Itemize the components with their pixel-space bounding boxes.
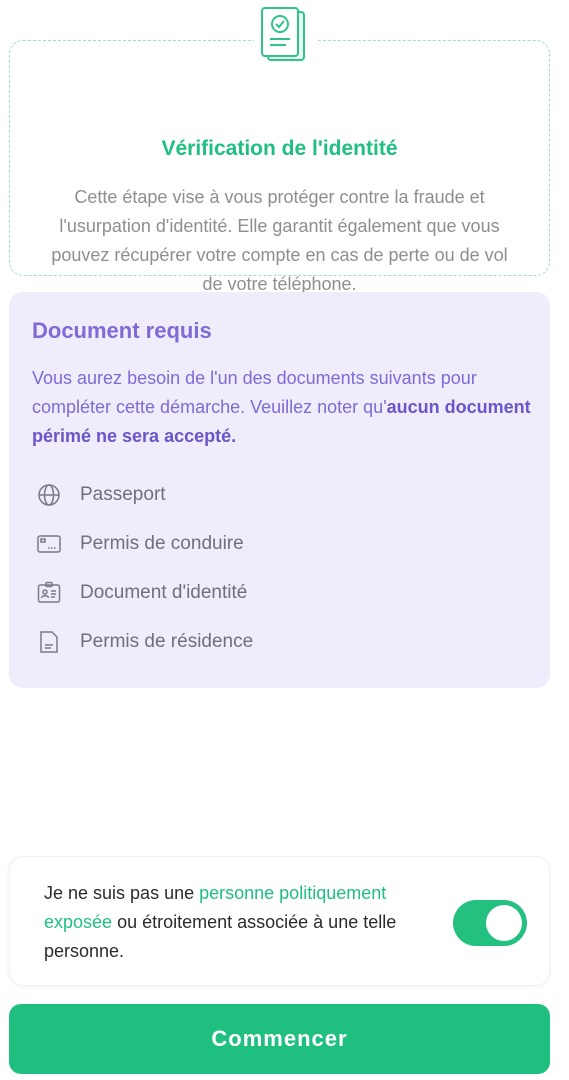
verification-description: Cette étape vise à vous protéger contre … <box>51 187 508 294</box>
list-item-passport: Passeport <box>36 470 516 519</box>
documents-description: Vous aurez besoin de l'un des documents … <box>32 364 532 451</box>
required-documents-card: Document requis Vous aurez besoin de l'u… <box>9 292 550 688</box>
list-item-residence-permit: Permis de résidence <box>36 617 516 666</box>
document-label: Permis de résidence <box>80 630 254 652</box>
document-label: Document d'identité <box>80 581 248 603</box>
pep-declaration-text: Je ne suis pas une personne politiquemen… <box>44 879 424 966</box>
verified-document-icon <box>254 5 318 69</box>
list-item-driving-license: Permis de conduire <box>36 519 516 568</box>
document-label: Permis de conduire <box>80 532 244 554</box>
documents-list: Passeport Permis de conduire Document d'… <box>36 470 516 666</box>
globe-icon <box>36 482 62 508</box>
pep-declaration-card: Je ne suis pas une personne politiquemen… <box>9 856 550 986</box>
list-item-identity-document: Document d'identité <box>36 568 516 617</box>
document-icon <box>36 629 62 655</box>
toggle-knob <box>486 905 522 941</box>
pep-toggle[interactable] <box>453 900 527 946</box>
license-card-icon <box>36 531 62 557</box>
verification-title: Vérification de l'identité <box>161 137 398 160</box>
verification-card: Vérification de l'identité Cette étape v… <box>9 5 550 294</box>
pep-text-start: Je ne suis pas une <box>44 883 200 903</box>
id-badge-icon <box>36 580 62 606</box>
documents-title: Document requis <box>32 318 212 343</box>
start-button[interactable]: Commencer <box>9 1004 550 1074</box>
document-label: Passeport <box>80 483 166 505</box>
